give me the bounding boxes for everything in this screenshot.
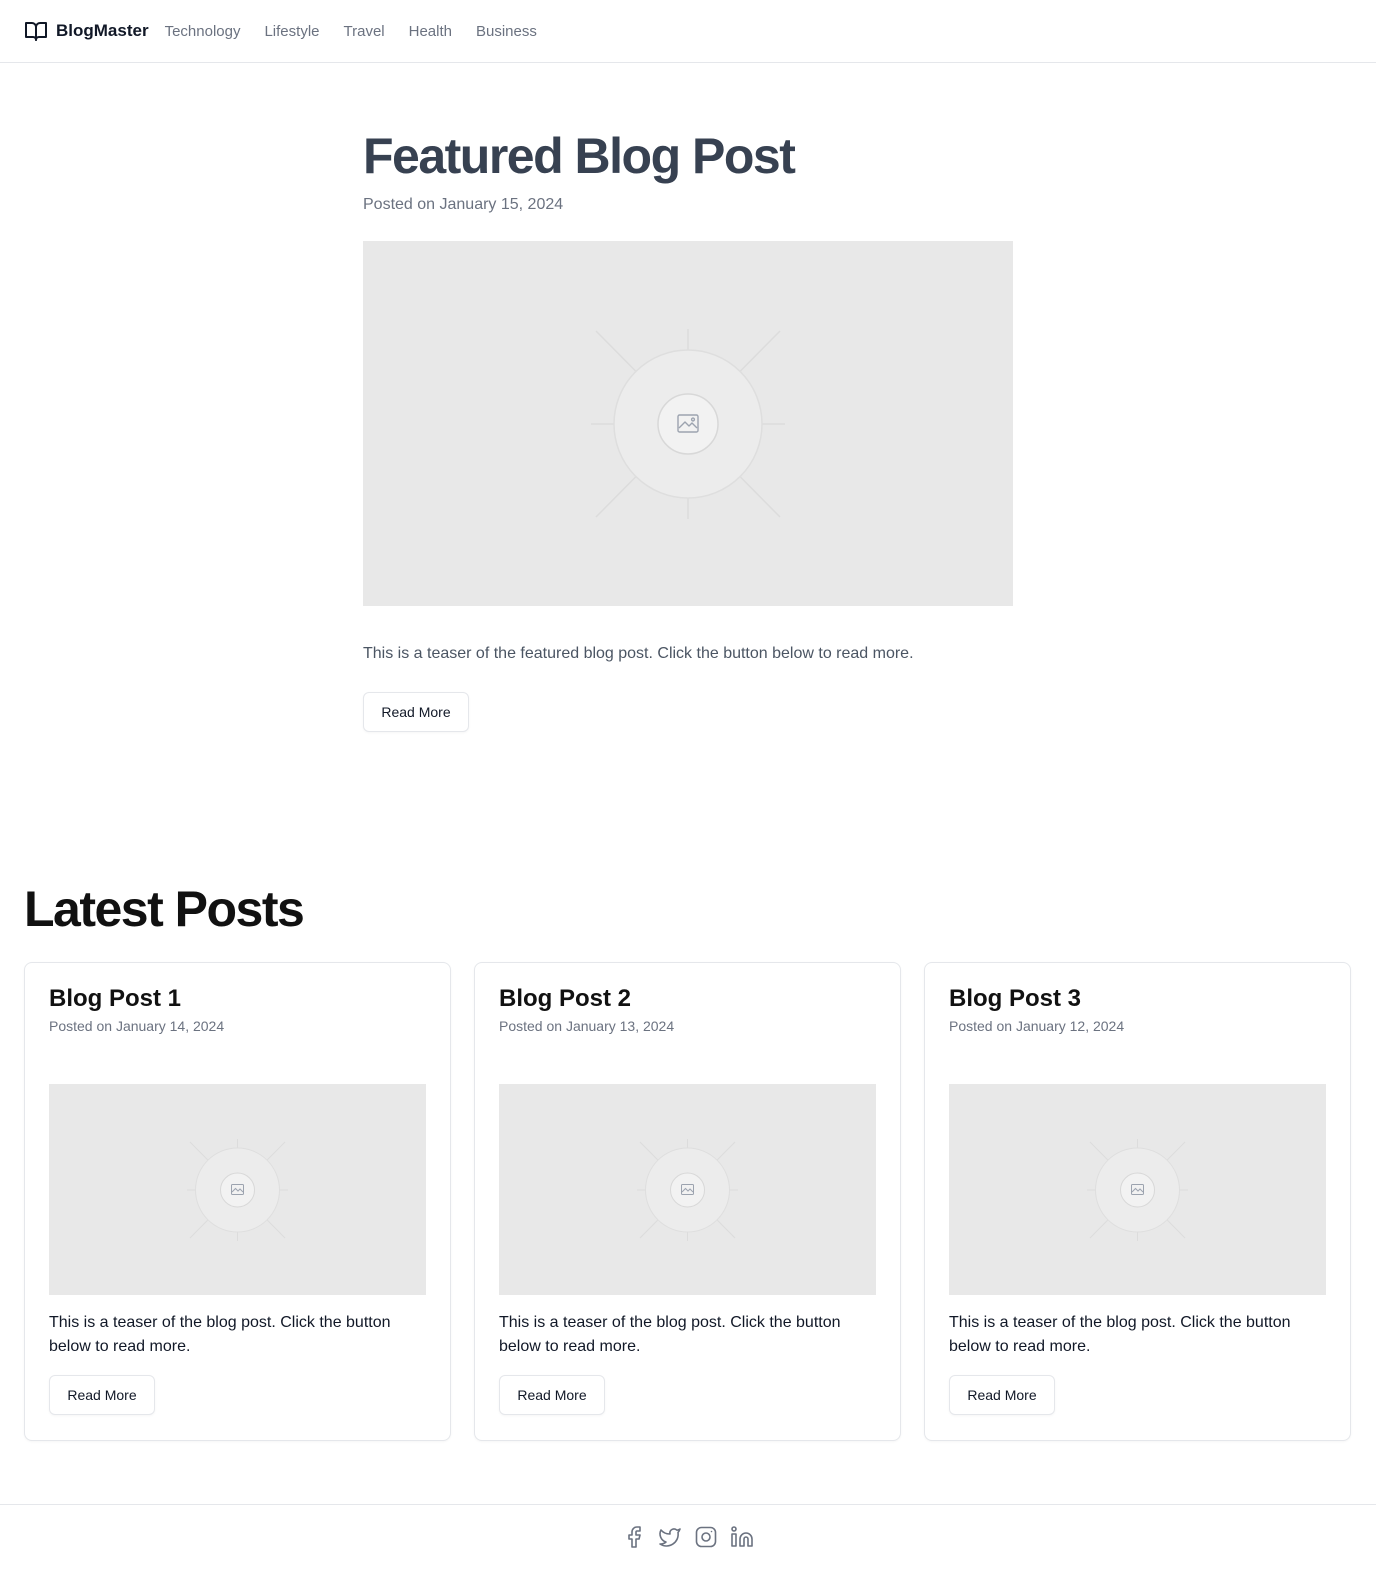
read-more-button[interactable]: Read More	[499, 1375, 605, 1415]
featured-post: Featured Blog Post Posted on January 15,…	[363, 125, 1013, 732]
instagram-icon	[695, 1526, 717, 1548]
facebook-icon	[628, 1526, 641, 1548]
linkedin-link[interactable]	[730, 1525, 754, 1549]
post-card: Blog Post 1 Posted on January 14, 2024 T…	[24, 962, 451, 1441]
featured-image	[363, 241, 1013, 606]
read-more-button[interactable]: Read More	[49, 1375, 155, 1415]
nav-link-travel[interactable]: Travel	[344, 23, 385, 40]
social-links	[622, 1525, 754, 1549]
post-teaser: This is a teaser of the blog post. Click…	[949, 1314, 1291, 1355]
post-card: Blog Post 2 Posted on January 13, 2024 T…	[474, 962, 901, 1441]
nav-link-business[interactable]: Business	[476, 23, 537, 40]
image-placeholder-icon	[187, 1139, 288, 1241]
featured-teaser: This is a teaser of the featured blog po…	[363, 645, 914, 662]
featured-read-more-button[interactable]: Read More	[363, 692, 469, 732]
post-title: Blog Post 3	[949, 985, 1082, 1012]
nav-link-lifestyle[interactable]: Lifestyle	[264, 23, 319, 40]
read-more-button[interactable]: Read More	[949, 1375, 1055, 1415]
brand-name: BlogMaster	[56, 21, 149, 40]
featured-date: Posted on January 15, 2024	[363, 196, 564, 213]
post-title: Blog Post 1	[49, 985, 182, 1012]
post-image	[49, 1084, 426, 1295]
linkedin-icon	[731, 1526, 753, 1547]
facebook-link[interactable]	[622, 1525, 646, 1549]
post-date: Posted on January 13, 2024	[499, 1018, 675, 1034]
post-image	[949, 1084, 1326, 1295]
image-placeholder-icon	[1087, 1139, 1188, 1241]
instagram-link[interactable]	[694, 1525, 718, 1549]
twitter-link[interactable]	[658, 1525, 682, 1549]
site-footer	[0, 1504, 1376, 1569]
open-book-icon	[25, 22, 47, 41]
post-teaser: This is a teaser of the blog post. Click…	[499, 1314, 841, 1355]
post-title: Blog Post 2	[499, 985, 632, 1012]
image-placeholder-icon	[591, 329, 785, 519]
post-date: Posted on January 12, 2024	[949, 1018, 1125, 1034]
nav-link-technology[interactable]: Technology	[165, 23, 241, 40]
nav-link-health[interactable]: Health	[409, 23, 452, 40]
post-date: Posted on January 14, 2024	[49, 1018, 225, 1034]
latest-posts-heading: Latest Posts	[24, 881, 305, 937]
post-card: Blog Post 3 Posted on January 12, 2024 T…	[924, 962, 1351, 1441]
site-header: BlogMaster Technology Lifestyle Travel H…	[0, 0, 1376, 63]
post-image	[499, 1084, 876, 1295]
brand-link[interactable]: BlogMaster	[24, 19, 149, 43]
image-placeholder-icon	[637, 1139, 738, 1241]
post-teaser: This is a teaser of the blog post. Click…	[49, 1314, 391, 1355]
main-nav: Technology Lifestyle Travel Health Busin…	[165, 23, 561, 40]
latest-posts-grid: Blog Post 1 Posted on January 14, 2024 T…	[24, 962, 1351, 1441]
twitter-icon	[659, 1528, 681, 1547]
featured-title: Featured Blog Post	[363, 128, 796, 184]
